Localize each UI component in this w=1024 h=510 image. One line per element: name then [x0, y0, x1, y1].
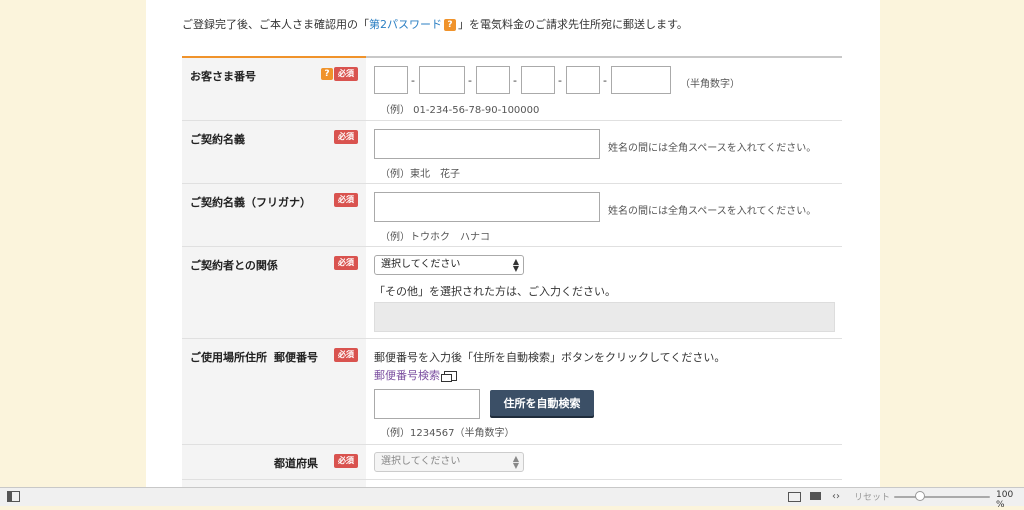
postal-instruction: 郵便番号を入力後「住所を自動検索」ボタンをクリックしてください。 — [374, 351, 726, 364]
contract-name-input[interactable] — [374, 129, 600, 159]
customer-number-field-5[interactable] — [566, 66, 600, 94]
contract-name-note: 姓名の間には全角スペースを入れてください。 — [608, 143, 817, 154]
row-next: 必須 — [182, 480, 842, 487]
relation-select[interactable]: 選択してください ▲ ▼ — [374, 255, 524, 275]
customer-number-field-1[interactable] — [374, 66, 408, 94]
auto-address-search-button[interactable]: 住所を自動検索 — [490, 390, 594, 416]
required-badge: 必須 — [334, 130, 358, 144]
customer-number-field-3[interactable] — [476, 66, 510, 94]
intro-text: ご登録完了後、ご本人さま確認用の「第2パスワード? 」を電気料金のご請求先住所宛に… — [182, 18, 688, 31]
customer-number-field-6[interactable] — [611, 66, 671, 94]
second-password-link[interactable]: 第2パスワード — [369, 18, 442, 31]
customer-number-field-2[interactable] — [419, 66, 465, 94]
required-badge: 必須 — [334, 193, 358, 207]
contract-kana-input[interactable] — [374, 192, 600, 222]
updown-arrow-icon: ▲ ▼ — [512, 257, 519, 273]
customer-number-example: （例） 01-234-56-78-90-100000 — [380, 105, 540, 116]
relation-label: ご契約者との関係 — [190, 259, 278, 272]
required-badge: 必須 — [334, 256, 358, 270]
sidebar-toggle-icon[interactable] — [7, 491, 20, 502]
prefecture-label: 都道府県 — [274, 457, 318, 470]
contract-name-label: ご契約名義 — [190, 133, 245, 146]
contract-kana-label: ご契約名義（フリガナ） — [190, 196, 311, 209]
required-badge: 必須 — [334, 348, 358, 362]
registration-form: お客さま番号 ? 必須 - - - - - （半角数字） （例） 01-234-… — [182, 56, 842, 487]
postal-code-label: 郵便番号 — [274, 351, 318, 364]
row-relation: ご契約者との関係 必須 選択してください ▲ ▼ 「その他」を選択された方は、ご入… — [182, 247, 842, 339]
page-view-icon[interactable] — [788, 492, 801, 502]
service-address-label: ご使用場所住所 — [190, 351, 267, 364]
contract-kana-note: 姓名の間には全角スペースを入れてください。 — [608, 206, 817, 217]
new-window-icon — [441, 371, 457, 382]
required-badge: 必須 — [334, 454, 358, 468]
zoom-level: 100 % — [996, 490, 1014, 510]
row-postal-code: ご使用場所住所 郵便番号 必須 郵便番号を入力後「住所を自動検索」ボタンをクリッ… — [182, 339, 842, 445]
prefecture-select[interactable]: 選択してください ▲ ▼ — [374, 452, 524, 472]
help-icon[interactable]: ? — [321, 68, 333, 80]
contract-name-example: （例）東北 花子 — [380, 169, 460, 180]
customer-number-label: お客さま番号 — [190, 70, 256, 83]
row-contract-name: ご契約名義 必須 姓名の間には全角スペースを入れてください。 （例）東北 花子 — [182, 121, 842, 184]
image-icon[interactable] — [810, 492, 821, 500]
help-icon[interactable]: ? — [444, 19, 456, 31]
required-badge: 必須 — [334, 67, 358, 81]
updown-arrow-icon: ▲ ▼ — [512, 454, 519, 470]
row-prefecture: 都道府県 必須 選択してください ▲ ▼ — [182, 445, 842, 480]
form-page: ご登録完了後、ご本人さま確認用の「第2パスワード? 」を電気料金のご請求先住所宛に… — [146, 0, 880, 487]
relation-other-input[interactable] — [374, 302, 835, 332]
row-contract-kana: ご契約名義（フリガナ） 必須 姓名の間には全角スペースを入れてください。 （例）… — [182, 184, 842, 247]
status-bar: ‹› リセット 100 % — [0, 487, 1024, 510]
postal-code-example: （例）1234567（半角数字） — [380, 428, 515, 439]
code-icon[interactable]: ‹› — [832, 491, 840, 502]
postal-search-link[interactable]: 郵便番号検索 — [374, 367, 457, 383]
relation-other-instruction: 「その他」を選択された方は、ご入力ください。 — [374, 285, 616, 298]
zoom-slider-handle[interactable] — [915, 491, 925, 501]
reset-button[interactable]: リセット — [854, 490, 890, 503]
zoom-slider-track[interactable] — [894, 496, 990, 498]
customer-number-field-4[interactable] — [521, 66, 555, 94]
row-customer-number: お客さま番号 ? 必須 - - - - - （半角数字） （例） 01-234-… — [182, 58, 842, 121]
postal-code-input[interactable] — [374, 389, 480, 419]
half-width-note: （半角数字） — [680, 79, 740, 90]
contract-kana-example: （例）トウホク ハナコ — [380, 232, 490, 243]
